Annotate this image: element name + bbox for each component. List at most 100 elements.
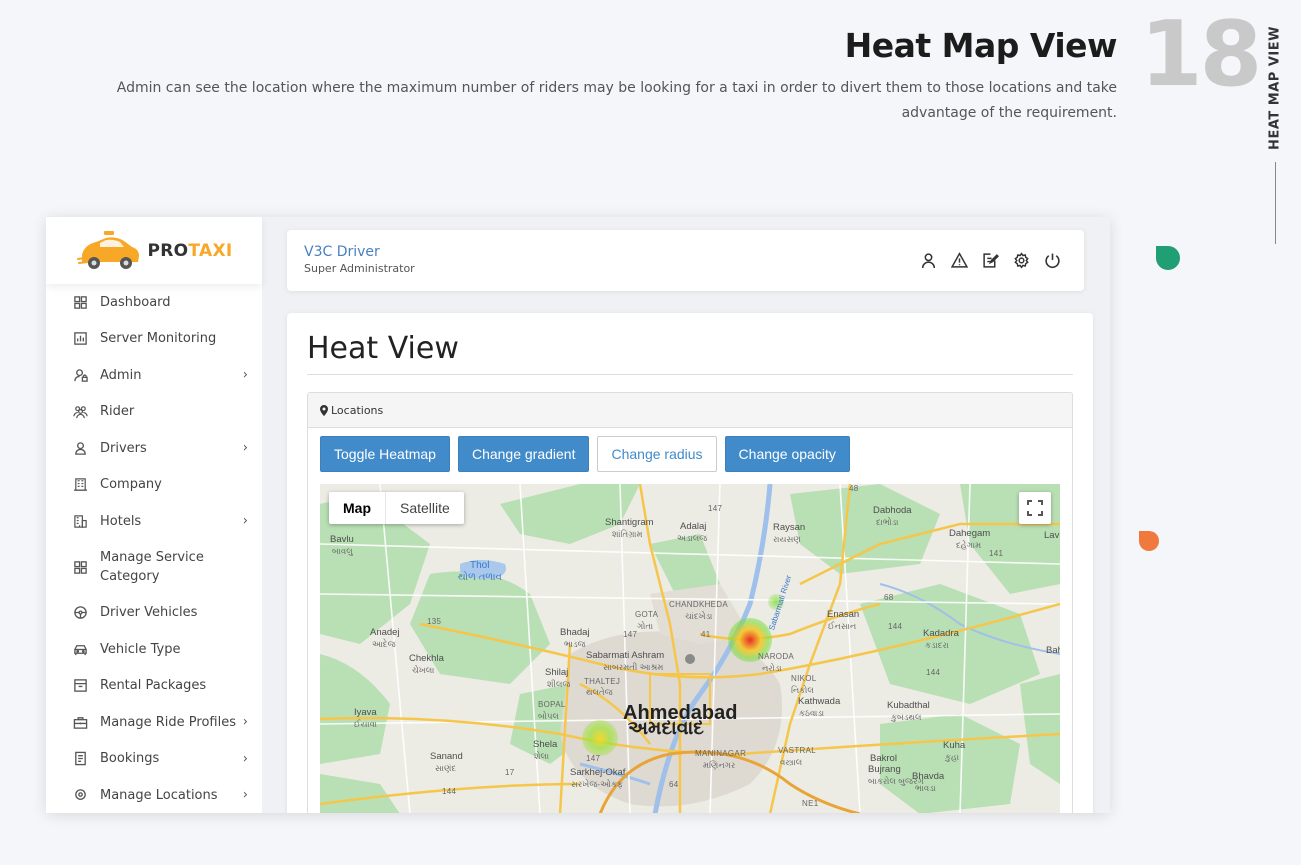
place-label: Sarkhej-Okaf [570, 767, 626, 778]
brand-name: PROTAXI [148, 241, 233, 261]
place-label: BOPAL [538, 700, 566, 709]
settings-icon[interactable] [1011, 250, 1031, 270]
place-label: Iyava [354, 707, 377, 718]
side-label-text: HEAT MAP VIEW [1267, 25, 1283, 150]
place-label: NARODA [758, 652, 795, 661]
place-label: થોળ તળાવ [458, 572, 502, 583]
top-bar-actions [918, 250, 1062, 270]
side-label: HEAT MAP VIEW [1266, 25, 1284, 150]
place-label: સાણંદ [435, 763, 457, 773]
place-label: Shela [533, 739, 558, 750]
side-divider [1275, 162, 1276, 244]
heat-map[interactable]: 48 147 141 135 147 41 68 144 144 17 147 … [320, 484, 1060, 813]
route-shield: 68 [884, 593, 894, 602]
sidebar-item-label: Manage Service Category [100, 550, 204, 584]
place-label: Dabhoda [873, 505, 912, 516]
place-label: કુબડથલ [891, 712, 922, 722]
sidebar-item-label: Admin [100, 367, 142, 383]
decorative-dot [1156, 246, 1180, 270]
top-bar: V3C Driver Super Administrator [287, 230, 1084, 291]
sidebar: PROTAXI Dashboard Server Monitoring Admi… [46, 217, 262, 813]
sidebar-item-label: Bookings [100, 751, 160, 767]
place-label: આદેજ [372, 639, 396, 649]
sidebar-item-rider[interactable]: Rider [46, 394, 262, 431]
sidebar-item-label: Rental Packages [100, 678, 207, 694]
page-title: Heat Map View [844, 26, 1118, 65]
locations-panel: Locations Toggle Heatmap Change gradient… [307, 392, 1073, 813]
hotel-icon [72, 513, 88, 529]
brand-logo[interactable]: PROTAXI [46, 217, 262, 284]
sidebar-item-admin[interactable]: Admin › [46, 357, 262, 394]
alert-icon[interactable] [949, 250, 969, 270]
users-icon [72, 404, 88, 420]
place-label: ભાડજ [564, 639, 586, 649]
sidebar-item-dashboard[interactable]: Dashboard [46, 284, 262, 321]
sidebar-item-label: Drivers [100, 440, 147, 456]
sidebar-item-company[interactable]: Company [46, 467, 262, 504]
place-label: Kubadthal [887, 700, 930, 711]
sidebar-item-label: Rider [100, 404, 135, 420]
document-icon [72, 751, 88, 767]
sidebar-item-drivers[interactable]: Drivers › [46, 430, 262, 467]
sidebar-item-manage-service-category[interactable]: Manage Service Category [46, 540, 262, 595]
place-label: શેલા [534, 751, 550, 761]
user-role: Super Administrator [304, 262, 415, 275]
change-opacity-button[interactable]: Change opacity [724, 436, 850, 472]
sidebar-item-hotels[interactable]: Hotels › [46, 503, 262, 540]
sidebar-nav: Dashboard Server Monitoring Admin › Ride… [46, 284, 262, 813]
grid-icon [72, 294, 88, 310]
bar-chart-icon [72, 331, 88, 347]
heat-spot [582, 720, 618, 756]
route-shield: 144 [926, 668, 941, 677]
place-label: ઈયાવા [354, 719, 377, 729]
place-label: ઈનસાન [828, 621, 857, 631]
power-icon[interactable] [1042, 250, 1062, 270]
map-type-satellite-button[interactable]: Satellite [385, 492, 464, 524]
route-shield: 64 [669, 780, 679, 789]
sidebar-item-label: Dashboard [100, 294, 171, 310]
map-type-map-button[interactable]: Map [329, 492, 385, 524]
route-shield: 147 [708, 504, 723, 513]
place-label: Lav [1044, 530, 1060, 541]
sidebar-item-manage-ride-profiles[interactable]: Manage Ride Profiles › [46, 704, 262, 741]
place-label: મણિનગર [703, 760, 736, 770]
sidebar-item-server-monitoring[interactable]: Server Monitoring [46, 321, 262, 358]
change-gradient-button[interactable]: Change gradient [457, 436, 590, 472]
sidebar-item-manage-locations[interactable]: Manage Locations › [46, 777, 262, 813]
place-label: Thol [470, 560, 490, 571]
place-label: શાંતિગ્રામ [612, 529, 643, 539]
package-icon [72, 678, 88, 694]
sidebar-item-vehicle-type[interactable]: Vehicle Type [46, 631, 262, 668]
place-label: Enasan [827, 609, 860, 620]
edit-icon[interactable] [980, 250, 1000, 270]
steering-wheel-icon [72, 605, 88, 621]
place-label: Kathwada [798, 696, 841, 707]
chevron-right-icon: › [242, 714, 248, 730]
sidebar-item-bookings[interactable]: Bookings › [46, 741, 262, 778]
place-label: VASTRAL [778, 746, 816, 755]
place-label: વસ્ત્રાલ [780, 757, 803, 767]
route-shield: 147 [586, 754, 601, 763]
change-radius-button[interactable]: Change radius [597, 436, 717, 472]
sidebar-item-rental-packages[interactable]: Rental Packages [46, 668, 262, 705]
route-shield: NE1 [802, 799, 819, 808]
place-label: Shilaj [545, 667, 569, 678]
place-label: Bakrol [870, 753, 897, 764]
heatmap-controls: Toggle Heatmap Change gradient Change ra… [320, 436, 850, 472]
map-type-control: Map Satellite [329, 492, 464, 524]
fullscreen-button[interactable] [1019, 492, 1051, 524]
place-label: કડાદરા [925, 640, 949, 650]
place-label: MANINAGAR [695, 749, 747, 758]
user-name[interactable]: V3C Driver [304, 244, 380, 260]
profile-icon[interactable] [918, 250, 938, 270]
grid-icon [72, 559, 88, 575]
brand-suffix: TAXI [188, 240, 233, 261]
place-label: Anadej [370, 627, 400, 638]
toggle-heatmap-button[interactable]: Toggle Heatmap [320, 436, 450, 472]
fullscreen-icon [1027, 500, 1043, 516]
route-shield: 144 [442, 787, 457, 796]
sidebar-item-driver-vehicles[interactable]: Driver Vehicles [46, 595, 262, 632]
panel-title: Locations [331, 403, 384, 417]
place-label: થલતેજ [586, 687, 613, 697]
place-label: Sanand [430, 751, 463, 762]
